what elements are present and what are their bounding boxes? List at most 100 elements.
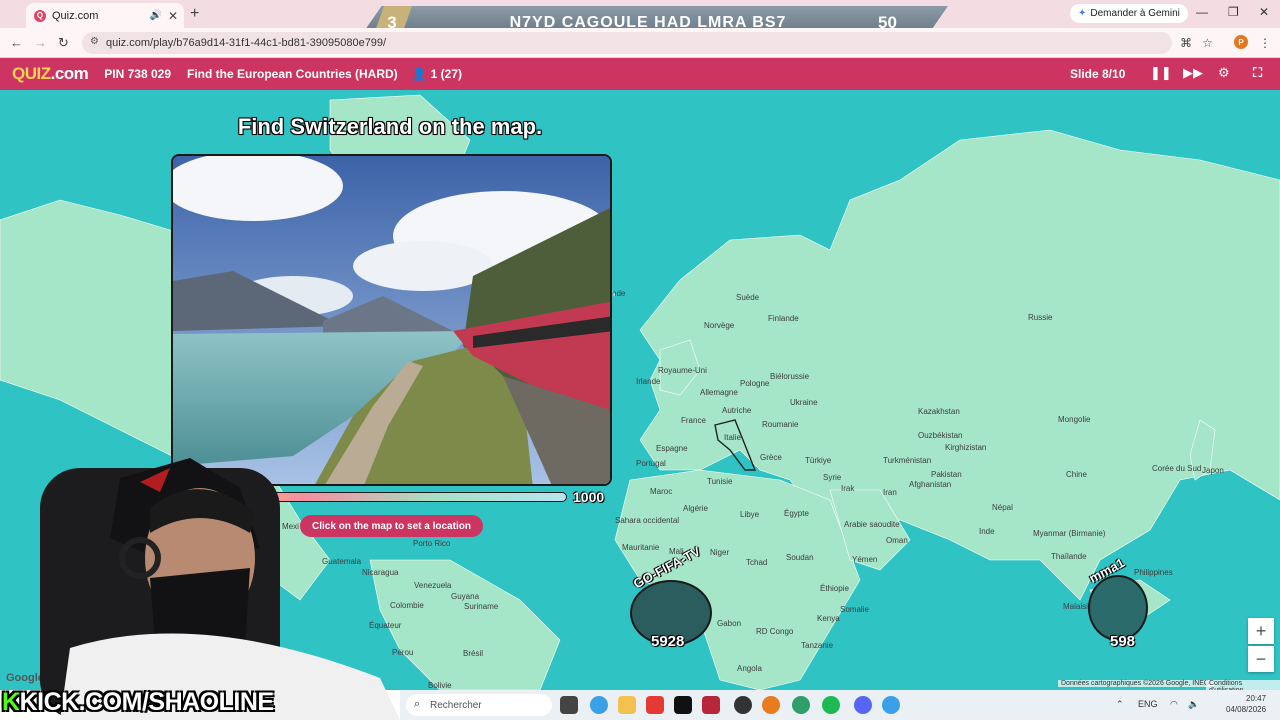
quiz-title: Find the European Countries (HARD) xyxy=(187,67,398,81)
label-philippines: Philippines xyxy=(1134,568,1173,577)
label-chine: Chine xyxy=(1066,470,1087,479)
profile-avatar[interactable]: P xyxy=(1234,35,1248,49)
wifi-icon[interactable]: ◠ xyxy=(1170,699,1178,710)
youtube-icon[interactable] xyxy=(646,696,664,714)
label-japon: Japon xyxy=(1202,466,1224,475)
label-ukraine: Ukraine xyxy=(790,398,818,407)
speaker-icon[interactable]: 🔊 xyxy=(149,10,161,21)
browser-tab[interactable]: Q Quiz.com 🔊 ✕ xyxy=(26,3,184,28)
url-field[interactable]: ⚙ quiz.com/play/b76a9d14-31f1-44c1-bd81-… xyxy=(82,32,1172,54)
label-bresil: Brésil xyxy=(463,649,484,658)
firefox-icon[interactable] xyxy=(762,696,780,714)
label-bolivie: Bolivie xyxy=(428,681,452,690)
pause-icon[interactable]: ❚❚ xyxy=(1150,65,1172,81)
acrobat-icon[interactable] xyxy=(702,696,720,714)
forward-icon[interactable]: → xyxy=(34,35,47,50)
label-autriche: Autriche xyxy=(722,406,752,415)
obs-icon[interactable] xyxy=(734,696,752,714)
gemini-button[interactable]: ✦ Demander à Gemini xyxy=(1070,4,1188,23)
label-thailande: Thaïlande xyxy=(1051,552,1087,561)
logo-quiz: QUIZ xyxy=(12,64,51,83)
translate-icon[interactable]: ⌘ xyxy=(1180,36,1192,50)
search-placeholder: Rechercher xyxy=(430,699,482,711)
label-finlande: Finlande xyxy=(768,314,799,323)
person-icon: 👤 xyxy=(411,67,427,81)
label-irak: Irak xyxy=(841,484,855,493)
chrome-profile-icon[interactable] xyxy=(882,696,900,714)
label-norvege: Norvège xyxy=(704,321,735,330)
chrome-icon[interactable] xyxy=(590,696,608,714)
label-tchad: Tchad xyxy=(746,558,768,567)
label-grece: Grèce xyxy=(760,453,782,462)
player-count: 👤 1 (27) xyxy=(412,67,462,81)
player-count-text: 1 (27) xyxy=(430,67,462,81)
label-ouzbekistan: Ouzbékistan xyxy=(918,431,963,440)
reload-icon[interactable]: ↻ xyxy=(58,35,69,51)
question-text: Find Switzerland on the map. xyxy=(237,114,543,139)
close-window-icon[interactable]: ✕ xyxy=(1259,5,1269,19)
close-tab-icon[interactable]: ✕ xyxy=(168,9,178,23)
label-myanmar: Myanmar (Birmanie) xyxy=(1033,529,1106,538)
label-suriname: Suriname xyxy=(464,602,499,611)
minimize-icon[interactable]: — xyxy=(1196,5,1208,19)
logo-dotcom: .com xyxy=(50,64,89,83)
netflix-icon[interactable] xyxy=(674,696,692,714)
label-iran: Iran xyxy=(883,488,897,497)
discord-icon[interactable] xyxy=(854,696,872,714)
label-irlande: Irlande xyxy=(636,377,661,386)
webcam-overlay xyxy=(0,448,420,720)
quiz-favicon-icon: Q xyxy=(34,9,46,22)
kick-url-text: KICK.COM/SHAOLINE xyxy=(19,688,275,716)
bookmark-star-icon[interactable]: ☆ xyxy=(1202,36,1213,50)
tray-chevron-icon[interactable]: ⌃ xyxy=(1116,699,1124,710)
label-kenya: Kenya xyxy=(817,614,840,623)
taskbar-clock[interactable]: 20:47 04/08/2026 xyxy=(1226,693,1267,715)
label-pologne: Pologne xyxy=(740,379,770,388)
skip-icon[interactable]: ▶▶ xyxy=(1183,65,1203,81)
tray-language[interactable]: ENG xyxy=(1138,699,1158,709)
tab-title: Quiz.com xyxy=(52,9,99,22)
label-afghanistan: Afghanistan xyxy=(909,480,952,489)
label-sahara: Sahara occidental xyxy=(615,516,680,525)
label-tunisie: Tunisie xyxy=(707,477,733,486)
label-ethiopie: Éthiopie xyxy=(820,584,849,593)
back-icon[interactable]: ← xyxy=(10,35,23,50)
label-libye: Libye xyxy=(740,510,760,519)
label-coree: Corée du Sud xyxy=(1152,464,1202,473)
gemini-icon: ✦ xyxy=(1078,8,1087,19)
label-suede: Suède xyxy=(736,293,760,302)
maximize-icon[interactable]: ❐ xyxy=(1228,5,1239,19)
zoom-out-button[interactable]: − xyxy=(1248,646,1274,672)
label-bielorussie: Biélorussie xyxy=(770,372,810,381)
label-oman: Oman xyxy=(886,536,908,545)
menu-dots-icon[interactable]: ⋮ xyxy=(1259,36,1271,50)
edge-icon[interactable] xyxy=(792,696,810,714)
task-view-icon[interactable] xyxy=(560,696,578,714)
game-pin: PIN 738 029 xyxy=(104,67,172,81)
label-rdc: RD Congo xyxy=(756,627,794,636)
label-portugal: Portugal xyxy=(636,459,666,468)
fullscreen-icon[interactable]: ⛶ xyxy=(1253,65,1262,81)
site-info-icon[interactable]: ⚙ xyxy=(90,36,99,47)
player-score: 5928 xyxy=(651,633,685,650)
label-italie: Italie xyxy=(724,433,741,442)
label-mauritanie: Mauritanie xyxy=(622,543,660,552)
new-tab-button[interactable]: + xyxy=(190,5,199,23)
settings-gear-icon[interactable]: ⚙ xyxy=(1218,65,1230,81)
file-explorer-icon[interactable] xyxy=(618,696,636,714)
label-algerie: Algérie xyxy=(683,504,708,513)
label-maroc: Maroc xyxy=(650,487,673,496)
volume-icon[interactable]: 🔈 xyxy=(1188,699,1199,710)
taskbar-search-field[interactable]: ⌕ Rechercher xyxy=(406,694,552,716)
quiz-logo[interactable]: QUIZ.com xyxy=(12,64,89,84)
clock-time: 20:47 xyxy=(1246,694,1267,703)
label-niger: Niger xyxy=(710,548,730,557)
zoom-in-button[interactable]: + xyxy=(1248,618,1274,644)
spotify-icon[interactable] xyxy=(822,696,840,714)
url-text: quiz.com/play/b76a9d14-31f1-44c1-bd81-39… xyxy=(106,37,387,49)
windows-taskbar: ⌕ Rechercher ⌃ ENG ◠ 🔈 xyxy=(400,690,1280,720)
label-turquie: Türkiye xyxy=(805,456,832,465)
label-egypte: Égypte xyxy=(784,509,809,518)
label-turkmenistan: Turkménistan xyxy=(883,456,932,465)
label-russie: Russie xyxy=(1028,313,1053,322)
